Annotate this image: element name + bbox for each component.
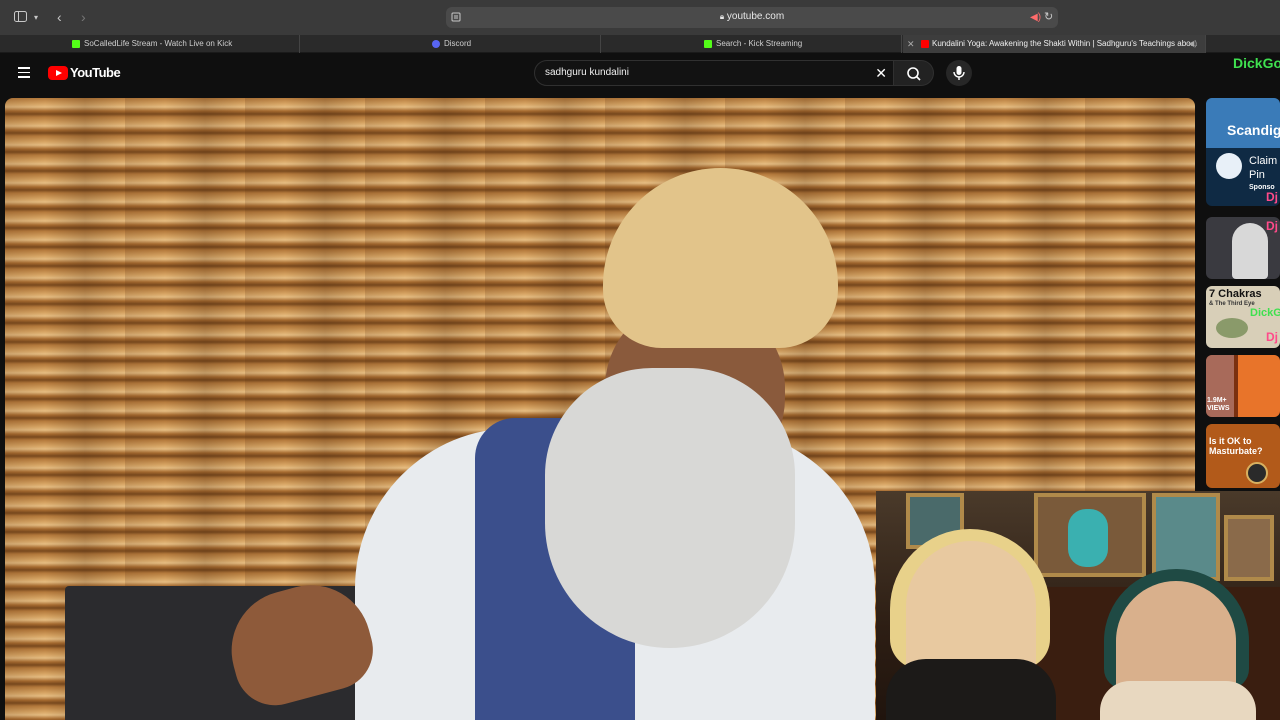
video-figure-turban (603, 168, 838, 348)
lock-icon: 🔒︎ (719, 12, 725, 21)
speaker-icon[interactable]: ◀) (1030, 11, 1041, 25)
kick-icon (704, 40, 712, 48)
thumb-tag: Dj (1266, 190, 1278, 204)
sponsored-card[interactable]: Scandig Claim Pin Sponso Dj (1206, 98, 1280, 206)
hamburger-menu-icon[interactable] (18, 67, 30, 78)
tab-kick-search[interactable]: Search - Kick Streaming (602, 35, 902, 53)
youtube-logo-text: YouTube (70, 65, 121, 80)
video-thumbnail[interactable]: Dj (1206, 217, 1280, 279)
video-thumbnail[interactable]: 7 Chakras & The Third Eye DickGo Dj (1206, 286, 1280, 348)
search-icon (907, 67, 921, 81)
kick-icon (72, 40, 80, 48)
thumb-sub: Masturbate? (1209, 446, 1263, 456)
url-text: 🔒︎ youtube.com (446, 11, 1058, 22)
tab-kick-stream[interactable]: SoCalledLife Stream - Watch Live on Kick (0, 35, 300, 53)
video-thumbnail[interactable]: 1.9M+ VIEWS (1206, 355, 1280, 417)
thumb-title: 1.9M+ (1207, 397, 1227, 404)
discord-icon (432, 40, 440, 48)
reload-icon[interactable]: ↻ (1044, 10, 1053, 24)
wall-painting (1224, 515, 1274, 581)
search-query: sadhguru kundalini (545, 67, 629, 78)
youtube-icon (921, 40, 929, 48)
video-figure-beard (545, 368, 795, 648)
speaker-icon[interactable]: ◀) (1188, 35, 1197, 53)
thumb-sub: & The Third Eye (1209, 301, 1255, 307)
thumb-sub: DickGo (1250, 307, 1280, 319)
search-button[interactable] (894, 60, 934, 86)
tab-label: Kundalini Yoga: Awakening the Shakti Wit… (932, 39, 1198, 48)
clear-search-icon[interactable]: ✕ (875, 65, 887, 81)
blue-mask-decor (1068, 509, 1108, 567)
eye-icon (1216, 318, 1248, 338)
forward-icon[interactable]: › (81, 10, 86, 24)
stream-overlay-text: DickGo (1233, 55, 1280, 71)
thumb-sub: VIEWS (1207, 405, 1230, 412)
browser-toolbar: ▾ ‹ › 🔒︎ youtube.com ◀) ↻ (0, 0, 1280, 35)
youtube-header: YouTube sadhguru kundalini ✕ DickGo (0, 53, 1280, 95)
tab-bar: SoCalledLife Stream - Watch Live on Kick… (0, 35, 1280, 53)
badge-icon (1246, 462, 1268, 484)
tab-youtube-active[interactable]: ✕ Kundalini Yoga: Awakening the Shakti W… (903, 35, 1206, 53)
search-input[interactable]: sadhguru kundalini ✕ (534, 60, 894, 86)
person-right-shirt (1100, 681, 1256, 720)
url-label: youtube.com (726, 11, 785, 22)
tab-discord[interactable]: Discord (301, 35, 601, 53)
back-icon[interactable]: ‹ (57, 10, 62, 24)
tab-label: SoCalledLife Stream - Watch Live on Kick (84, 39, 233, 48)
person-left-shirt (886, 659, 1056, 720)
video-thumbnail[interactable]: Is it OK to Masturbate? (1206, 424, 1280, 488)
address-bar[interactable]: 🔒︎ youtube.com ◀) ↻ (446, 7, 1058, 28)
thumb-tag: Dj (1266, 330, 1278, 344)
chevron-down-icon[interactable]: ▾ (34, 11, 38, 25)
tab-label: Search - Kick Streaming (716, 39, 803, 48)
wall-painting (1152, 493, 1220, 581)
thumb-sub: Claim (1249, 155, 1278, 167)
webcam-overlay (876, 491, 1280, 720)
thumb-title: Is it OK to (1209, 436, 1252, 446)
thumb-tag: Dj (1266, 219, 1278, 233)
sidebar-toggle-icon[interactable] (14, 11, 27, 25)
microphone-icon (953, 66, 965, 80)
thumb-title: Scandig (1227, 122, 1280, 138)
youtube-play-icon (48, 66, 68, 80)
thumb-title: 7 Chakras (1209, 288, 1262, 300)
thumb-sub: Pin (1249, 169, 1265, 181)
voice-search-button[interactable] (946, 60, 972, 86)
tab-label: Discord (444, 39, 472, 48)
close-icon[interactable]: ✕ (907, 35, 915, 53)
twitter-icon (1216, 153, 1242, 179)
